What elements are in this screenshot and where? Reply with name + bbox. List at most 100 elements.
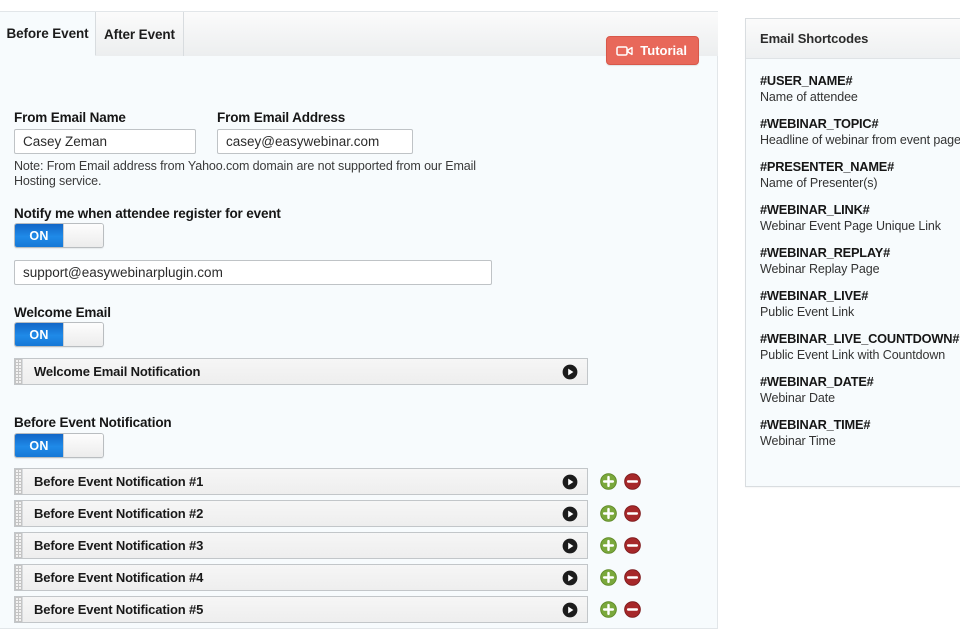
play-circle-icon[interactable] <box>562 602 578 618</box>
video-camera-icon <box>616 45 633 57</box>
shortcode-description: Headline of webinar from event page <box>760 132 960 148</box>
tab-before-event[interactable]: Before Event <box>0 12 96 56</box>
notification-email-input[interactable] <box>14 260 492 285</box>
shortcode-item: #WEBINAR_LIVE#Public Event Link <box>760 288 960 320</box>
row-actions <box>600 505 641 522</box>
minus-circle-icon[interactable] <box>624 537 641 554</box>
drag-handle-icon[interactable] <box>15 501 23 526</box>
shortcode-item: #WEBINAR_LINK#Webinar Event Page Unique … <box>760 202 960 234</box>
play-circle-icon[interactable] <box>562 538 578 554</box>
before-event-notification-label: Before Event Notification <box>14 415 172 430</box>
shortcode-description: Public Event Link <box>760 304 960 320</box>
row-actions <box>600 473 641 490</box>
shortcode-code: #WEBINAR_DATE# <box>760 374 960 390</box>
shortcode-code: #WEBINAR_TIME# <box>760 417 960 433</box>
notification-title: Before Event Notification #5 <box>23 602 562 617</box>
before-event-toggle-state: ON <box>15 434 63 457</box>
shortcode-description: Name of attendee <box>760 89 960 105</box>
plus-circle-icon[interactable] <box>600 569 617 586</box>
plus-circle-icon[interactable] <box>600 601 617 618</box>
shortcode-code: #WEBINAR_REPLAY# <box>760 245 960 261</box>
welcome-email-toggle-state: ON <box>15 323 63 346</box>
welcome-email-label: Welcome Email <box>14 305 111 320</box>
shortcode-code: #USER_NAME# <box>760 73 960 89</box>
notify-me-toggle-knob[interactable] <box>63 224 103 247</box>
plus-circle-icon[interactable] <box>600 505 617 522</box>
play-circle-icon[interactable] <box>562 474 578 490</box>
drag-handle-icon[interactable] <box>15 469 23 494</box>
shortcode-description: Webinar Date <box>760 390 960 406</box>
plus-circle-icon[interactable] <box>600 473 617 490</box>
shortcode-code: #WEBINAR_LIVE# <box>760 288 960 304</box>
welcome-email-toggle[interactable]: ON <box>14 322 104 347</box>
minus-circle-icon[interactable] <box>624 569 641 586</box>
shortcode-description: Webinar Replay Page <box>760 261 960 277</box>
minus-circle-icon[interactable] <box>624 505 641 522</box>
shortcode-list: #USER_NAME#Name of attendee #WEBINAR_TOPI… <box>746 59 960 470</box>
drag-handle-icon[interactable] <box>15 565 23 590</box>
notify-me-toggle[interactable]: ON <box>14 223 104 248</box>
tab-after-event[interactable]: After Event <box>96 12 184 56</box>
drag-handle-icon[interactable] <box>15 359 23 384</box>
shortcode-description: Webinar Event Page Unique Link <box>760 218 960 234</box>
shortcode-item: #WEBINAR_LIVE_COUNTDOWN#Public Event Lin… <box>760 331 960 363</box>
shortcode-item: #USER_NAME#Name of attendee <box>760 73 960 105</box>
from-email-address-label: From Email Address <box>217 110 345 125</box>
shortcode-code: #WEBINAR_LINK# <box>760 202 960 218</box>
tutorial-button-label: Tutorial <box>640 43 687 58</box>
notification-title: Before Event Notification #2 <box>23 506 562 521</box>
from-email-name-label: From Email Name <box>14 110 126 125</box>
before-event-notification-row: Before Event Notification #4 <box>14 564 641 591</box>
drag-handle-icon[interactable] <box>15 533 23 558</box>
notification-bar[interactable]: Before Event Notification #1 <box>14 468 588 495</box>
before-event-notification-row: Before Event Notification #2 <box>14 500 641 527</box>
shortcode-description: Name of Presenter(s) <box>760 175 960 191</box>
row-actions <box>600 601 641 618</box>
shortcode-item: #WEBINAR_TOPIC#Headline of webinar from … <box>760 116 960 148</box>
notification-bar[interactable]: Before Event Notification #4 <box>14 564 588 591</box>
notification-title: Before Event Notification #4 <box>23 570 562 585</box>
notify-me-toggle-state: ON <box>15 224 63 247</box>
tab-before-event-label: Before Event <box>6 26 88 41</box>
tab-after-event-label: After Event <box>104 27 175 42</box>
notification-title: Before Event Notification #3 <box>23 538 562 553</box>
notification-bar[interactable]: Before Event Notification #5 <box>14 596 588 623</box>
shortcode-description: Webinar Time <box>760 433 960 449</box>
notification-bar[interactable]: Before Event Notification #3 <box>14 532 588 559</box>
before-event-notification-row: Before Event Notification #1 <box>14 468 641 495</box>
shortcode-item: #WEBINAR_REPLAY#Webinar Replay Page <box>760 245 960 277</box>
welcome-email-notification-row: Welcome Email Notification <box>14 358 588 385</box>
before-event-notification-toggle[interactable]: ON <box>14 433 104 458</box>
shortcode-code: #WEBINAR_TOPIC# <box>760 116 960 132</box>
shortcode-description: Public Event Link with Countdown <box>760 347 960 363</box>
shortcode-item: #WEBINAR_DATE#Webinar Date <box>760 374 960 406</box>
plus-circle-icon[interactable] <box>600 537 617 554</box>
play-circle-icon[interactable] <box>562 364 578 380</box>
minus-circle-icon[interactable] <box>624 601 641 618</box>
minus-circle-icon[interactable] <box>624 473 641 490</box>
play-circle-icon[interactable] <box>562 506 578 522</box>
before-event-toggle-knob[interactable] <box>63 434 103 457</box>
tutorial-button[interactable]: Tutorial <box>606 36 699 65</box>
row-actions <box>600 537 641 554</box>
before-event-notification-row: Before Event Notification #5 <box>14 596 641 623</box>
from-email-name-input[interactable] <box>14 129 196 154</box>
drag-handle-icon[interactable] <box>15 597 23 622</box>
notification-title: Welcome Email Notification <box>23 364 562 379</box>
from-email-note: Note: From Email address from Yahoo.com … <box>14 159 484 188</box>
play-circle-icon[interactable] <box>562 570 578 586</box>
email-shortcodes-title: Email Shortcodes <box>746 19 960 59</box>
shortcode-item: #WEBINAR_TIME#Webinar Time <box>760 417 960 449</box>
shortcode-code: #PRESENTER_NAME# <box>760 159 960 175</box>
notification-title: Before Event Notification #1 <box>23 474 562 489</box>
row-actions <box>600 569 641 586</box>
shortcode-code: #WEBINAR_LIVE_COUNTDOWN# <box>760 331 960 347</box>
before-event-notification-row: Before Event Notification #3 <box>14 532 641 559</box>
notification-bar[interactable]: Welcome Email Notification <box>14 358 588 385</box>
notification-bar[interactable]: Before Event Notification #2 <box>14 500 588 527</box>
email-shortcodes-panel: Email Shortcodes #USER_NAME#Name of atte… <box>745 18 960 487</box>
welcome-email-toggle-knob[interactable] <box>63 323 103 346</box>
shortcode-item: #PRESENTER_NAME#Name of Presenter(s) <box>760 159 960 191</box>
notify-me-label: Notify me when attendee register for eve… <box>14 206 281 221</box>
from-email-address-input[interactable] <box>217 129 413 154</box>
